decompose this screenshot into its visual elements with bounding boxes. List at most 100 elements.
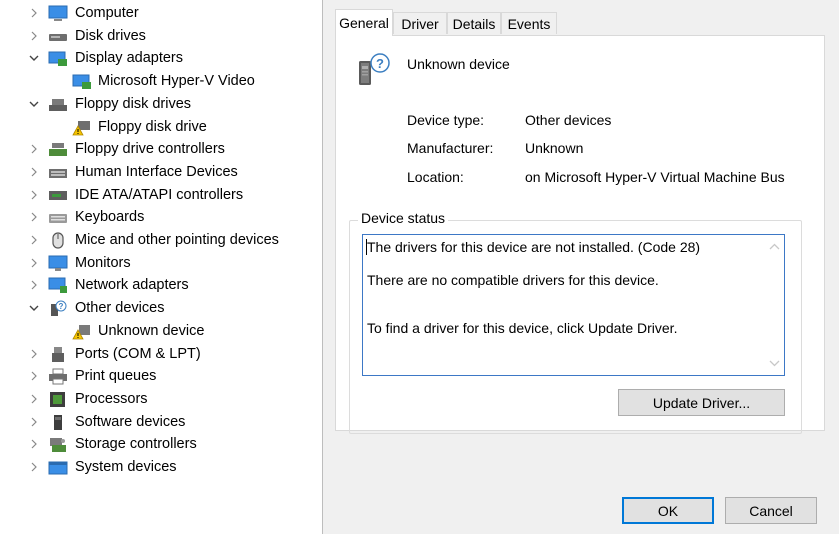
tree-category-item[interactable]: Print queues: [0, 365, 322, 387]
tree-category-item[interactable]: System devices: [0, 456, 322, 478]
tree-category-item[interactable]: Floppy drive controllers: [0, 138, 322, 160]
tree-item-label: Keyboards: [75, 209, 145, 226]
tree-category-item[interactable]: Network adapters: [0, 274, 322, 296]
network-adapter-icon: [48, 277, 68, 294]
location-label: Location:: [407, 169, 464, 185]
software-device-icon: [48, 414, 68, 431]
device-type-value: Other devices: [525, 112, 612, 128]
chevron-right-icon[interactable]: [27, 392, 41, 406]
tree-item-label: Storage controllers: [75, 436, 197, 453]
ok-button[interactable]: OK: [622, 497, 714, 524]
mouse-icon: [48, 232, 68, 249]
chevron-down-icon[interactable]: [27, 97, 41, 111]
tree-item-label: Human Interface Devices: [75, 163, 238, 180]
tree-item-label: Microsoft Hyper-V Video: [98, 73, 255, 90]
tree-item-label: Software devices: [75, 413, 186, 430]
tab-details[interactable]: Details: [447, 12, 501, 34]
tab-details-label: Details: [452, 15, 496, 32]
tree-item-label: Processors: [75, 390, 148, 407]
processor-icon: [48, 391, 68, 408]
chevron-right-icon[interactable]: [27, 437, 41, 451]
tree-category-item[interactable]: Mice and other pointing devices: [0, 229, 322, 251]
cancel-button[interactable]: Cancel: [725, 497, 817, 524]
status-line-1: The drivers for this device are not inst…: [367, 239, 701, 255]
chevron-right-icon[interactable]: [27, 29, 41, 43]
tree-category-item[interactable]: Processors: [0, 388, 322, 410]
chevron-right-icon[interactable]: [27, 347, 41, 361]
cancel-label: Cancel: [749, 502, 793, 519]
tree-item-label: Computer: [75, 5, 139, 21]
chevron-right-icon[interactable]: [27, 256, 41, 270]
display-adapter-icon: [72, 73, 92, 90]
tree-category-item[interactable]: Keyboards: [0, 206, 322, 228]
svg-text:?: ?: [59, 302, 64, 311]
tree-item-label: Ports (COM & LPT): [75, 345, 201, 362]
tree-item-label: Network adapters: [75, 277, 189, 294]
tree-item-label: IDE ATA/ATAPI controllers: [75, 186, 244, 203]
scroll-down-icon: [769, 360, 780, 367]
tab-general[interactable]: General: [335, 9, 393, 36]
system-devices-icon: [48, 459, 68, 476]
floppy-drive-icon: [48, 96, 68, 113]
tree-category-item[interactable]: Computer: [0, 2, 322, 24]
tree-item-label: Monitors: [75, 254, 131, 271]
update-driver-button[interactable]: Update Driver...: [618, 389, 785, 416]
tab-driver[interactable]: Driver: [393, 12, 447, 34]
tree-child-item[interactable]: Floppy disk drive: [0, 116, 322, 138]
tree-item-label: Print queues: [75, 368, 157, 385]
tree-category-item[interactable]: IDE ATA/ATAPI controllers: [0, 184, 322, 206]
chevron-right-icon[interactable]: [27, 165, 41, 179]
chevron-down-icon[interactable]: [27, 301, 41, 315]
unknown-device-warning-icon: [72, 323, 92, 340]
location-value: on Microsoft Hyper-V Virtual Machine Bus: [525, 169, 785, 185]
tree-item-label: System devices: [75, 459, 177, 475]
device-tree: Computer Disk drives Display adapters Micro…: [0, 0, 322, 534]
scroll-up-icon: [769, 243, 780, 250]
chevron-right-icon[interactable]: [27, 278, 41, 292]
tree-category-item[interactable]: Disk drives: [0, 25, 322, 47]
port-icon: [48, 346, 68, 363]
tree-category-item[interactable]: Storage controllers: [0, 433, 322, 455]
printer-icon: [48, 368, 68, 385]
chevron-right-icon[interactable]: [27, 415, 41, 429]
chevron-right-icon[interactable]: [27, 460, 41, 474]
keyboard-icon: [48, 209, 68, 226]
other-devices-icon: ?: [48, 300, 68, 317]
chevron-right-icon[interactable]: [27, 210, 41, 224]
tab-events-label: Events: [507, 15, 551, 32]
tree-item-label: Mice and other pointing devices: [75, 232, 279, 248]
tab-events[interactable]: Events: [501, 12, 557, 34]
update-driver-label: Update Driver...: [652, 394, 751, 411]
floppy-controller-icon: [48, 141, 68, 158]
tree-category-item[interactable]: ? Other devices: [0, 297, 322, 319]
status-line-2: There are no compatible drivers for this…: [367, 272, 659, 288]
tree-child-item[interactable]: Microsoft Hyper-V Video: [0, 70, 322, 92]
ok-label: OK: [657, 502, 679, 519]
chevron-right-icon[interactable]: [27, 233, 41, 247]
tree-category-item[interactable]: Human Interface Devices: [0, 161, 322, 183]
tree-item-label: Display adapters: [75, 50, 183, 67]
hid-icon: [48, 164, 68, 181]
chevron-right-icon[interactable]: [27, 6, 41, 20]
tree-category-item[interactable]: Monitors: [0, 252, 322, 274]
tab-general-label: General: [339, 15, 389, 31]
chevron-down-icon[interactable]: [27, 51, 41, 65]
tree-category-item[interactable]: Display adapters: [0, 47, 322, 69]
disk-drive-icon: [48, 28, 68, 45]
status-scrollbar[interactable]: [766, 236, 783, 374]
chevron-right-icon[interactable]: [27, 142, 41, 156]
tab-driver-label: Driver: [401, 15, 439, 32]
tree-item-label: Other devices: [75, 300, 165, 317]
tree-category-item[interactable]: Ports (COM & LPT): [0, 343, 322, 365]
device-name: Unknown device: [407, 56, 510, 72]
tree-category-item[interactable]: Floppy disk drives: [0, 93, 322, 115]
chevron-right-icon[interactable]: [27, 369, 41, 383]
chevron-right-icon[interactable]: [27, 188, 41, 202]
tree-category-item[interactable]: Software devices: [0, 411, 322, 433]
svg-text:?: ?: [376, 56, 384, 71]
tree-item-label: Floppy drive controllers: [75, 141, 225, 158]
storage-controller-icon: [48, 436, 68, 453]
device-status-textbox[interactable]: The drivers for this device are not inst…: [362, 234, 785, 376]
tree-child-item[interactable]: Unknown device: [0, 320, 322, 342]
tree-item-label: Floppy disk drives: [75, 95, 192, 112]
